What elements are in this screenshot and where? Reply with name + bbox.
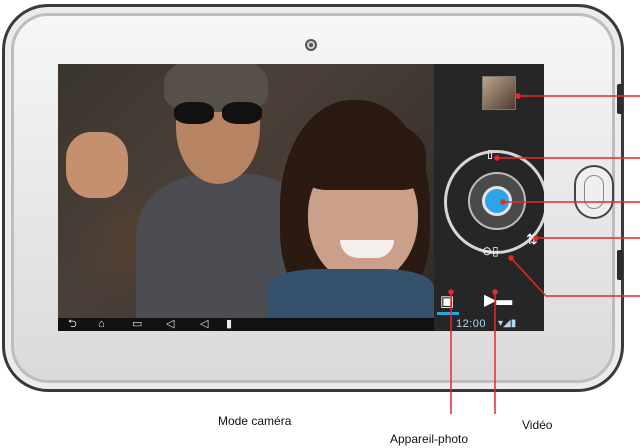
back-icon[interactable]: ⮌ — [68, 318, 77, 331]
side-button-top[interactable] — [617, 84, 623, 114]
side-button-bottom[interactable] — [617, 250, 623, 280]
caption-mode-camera: Mode caméra — [218, 414, 292, 428]
active-mode-indicator — [437, 312, 459, 315]
video-mode-icon[interactable]: ▶▬ — [484, 290, 512, 310]
shutter-button[interactable] — [482, 186, 512, 216]
camera-control-panel: ⇅ ⊖▯ ▣ ▶▬ 12:00 ▾◢▮ — [434, 64, 544, 331]
menu-bar-icon[interactable]: ▮ — [226, 318, 232, 331]
screen: ⇅ ⊖▯ ▣ ▶▬ 12:00 ▾◢▮ ⮌ ⌂ ▭ ◁ ◁ ▮ — [58, 64, 544, 331]
caption-appareil-photo: Appareil-photo — [390, 432, 469, 446]
volume-up-icon[interactable]: ◁ — [200, 318, 208, 331]
home-icon[interactable]: ⌂ — [98, 318, 105, 331]
status-clock: 12:00 — [456, 318, 487, 330]
last-photo-thumbnail[interactable] — [482, 76, 516, 110]
camera-mode-icon[interactable]: ▣ — [440, 292, 454, 310]
camera-viewfinder — [58, 64, 434, 329]
status-icons: ▾◢▮ — [498, 318, 517, 329]
recent-apps-icon[interactable]: ▭ — [132, 318, 142, 331]
hardware-home-button[interactable] — [574, 165, 614, 219]
caption-video: Vidéo — [522, 418, 553, 432]
settings-sliders-icon[interactable]: ⇅ — [526, 231, 538, 248]
front-camera-lens — [305, 39, 317, 51]
timer-icon[interactable]: ⊖▯ — [482, 244, 499, 258]
navigation-bar: ⮌ ⌂ ▭ ◁ ◁ ▮ — [58, 318, 434, 331]
volume-down-icon[interactable]: ◁ — [166, 318, 174, 331]
dial-indicator-icon — [488, 150, 492, 159]
